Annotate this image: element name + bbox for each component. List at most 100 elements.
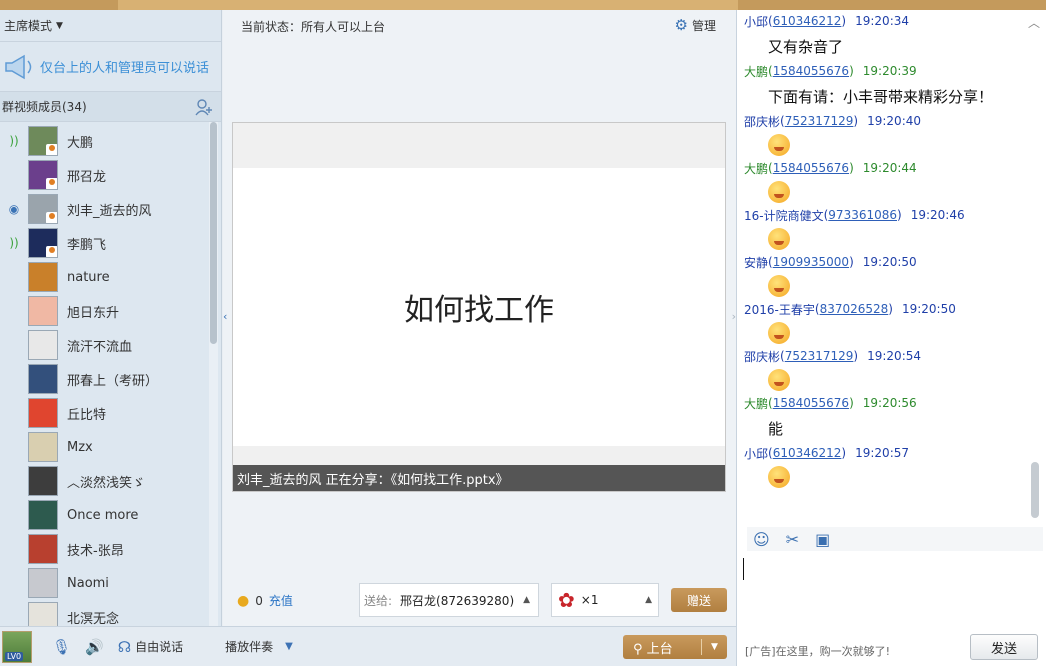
sender-id-link[interactable]: 1909935000 [773,255,849,269]
send-button[interactable]: 发送 [970,634,1038,660]
collapse-up-icon[interactable]: ︿ [1028,14,1040,31]
shared-screen: 如何找工作 刘丰_逝去的风 正在分享：《如何找工作.pptx》 [232,122,726,492]
sender-name[interactable]: 小邱 [744,445,768,462]
give-gift-button[interactable]: 赠送 [671,588,727,612]
sender-name[interactable]: 16-计院商健文 [744,207,824,224]
my-avatar[interactable]: LV0 [2,630,32,663]
add-member-icon[interactable] [195,98,213,116]
sender-name[interactable]: 小邱 [744,13,768,30]
ad-text[interactable]: [广告]在这里，购一次就够了! [745,643,890,659]
chevron-down-icon[interactable]: ▼ [285,641,293,652]
coin-count: 0 [255,593,263,608]
member-row[interactable]: 流汗不流血 [0,328,208,362]
chat-message: 16-计院商健文(973361086) 19:20:46 [737,204,1029,251]
collapse-left-icon[interactable]: ‹ [223,310,227,323]
avatar[interactable] [28,194,58,224]
sender-id-link[interactable]: 610346212 [773,14,842,28]
sender-id-link[interactable]: 610346212 [773,446,842,460]
member-row[interactable]: nature [0,260,208,294]
sender-id-link[interactable]: 1584055676 [773,161,849,175]
sender-name[interactable]: 邵庆彬 [744,348,780,365]
avatar[interactable] [28,398,58,428]
avatar[interactable] [28,568,58,598]
chat-scrollbar-thumb[interactable] [1031,462,1039,518]
sender-id-link[interactable]: 1584055676 [773,64,849,78]
avatar[interactable] [28,364,58,394]
free-talk-icon[interactable]: ☊ [118,638,131,656]
message-text: 下面有请：小丰哥带来精彩分享！ [768,87,994,106]
message-time: 19:20:56 [862,396,917,410]
sender-id-link[interactable]: 837026528 [820,302,889,316]
member-row[interactable]: 邢召龙 [0,158,208,192]
member-name: Mzx [67,439,93,455]
caret-up-icon: ▲ [645,595,652,605]
chat-input[interactable] [743,556,1041,630]
avatar[interactable] [28,500,58,530]
member-name: 技术-张昂 [67,543,124,559]
member-badge-icon [46,178,57,189]
member-row[interactable]: Mzx [0,430,208,464]
slide-title: 如何找工作 [404,293,554,328]
paren: ) [849,64,854,78]
message-time: 19:20:44 [862,161,917,175]
paren: ) [841,14,847,28]
manage-button[interactable]: ⚙ 管理 [675,16,716,34]
message-header: 2016-王春宇(837026528) 19:20:50 [744,298,1029,320]
sender-id-link[interactable]: 752317129 [785,349,854,363]
member-row[interactable]: )) 李鹏飞 [0,226,208,260]
avatar[interactable] [28,466,58,496]
member-row[interactable]: 邢春上（考研） [0,362,208,396]
image-icon[interactable]: ▣ [815,530,830,549]
sender-id-link[interactable]: 752317129 [785,114,854,128]
sender-name[interactable]: 大鹏 [744,160,768,177]
avatar[interactable] [28,126,58,156]
accompaniment-button[interactable]: 播放伴奏 [225,638,273,655]
sender-name[interactable]: 2016-王春宇 [744,301,815,318]
member-row[interactable]: ︿淡然浅笑ゞ [0,464,208,498]
message-header: 邵庆彬(752317129) 19:20:40 [744,110,1029,132]
emoji-icon[interactable]: ☺ [753,530,770,549]
member-badge-icon [46,144,57,155]
member-row[interactable]: )) 大鹏 [0,124,208,158]
member-name: 邢召龙 [67,169,107,185]
avatar[interactable] [28,534,58,564]
mode-selector[interactable]: 主席模式 ▼ [0,10,221,42]
member-row[interactable]: Once more [0,498,208,532]
sender-name[interactable]: 大鹏 [744,63,768,80]
laughing-face-icon [768,133,790,156]
member-row[interactable]: 技术-张昂 [0,532,208,566]
member-row[interactable]: 北溟无念 [0,600,208,626]
microphone-icon[interactable]: 🎙 [52,638,71,656]
chevron-down-icon[interactable]: ▼ [702,642,727,652]
scissors-icon[interactable]: ✂ [786,530,799,549]
gift-recipient-select[interactable]: 送给: 邢召龙(872639280) ▲ [359,583,539,617]
sender-id-link[interactable]: 973361086 [828,208,897,222]
go-on-stage-button[interactable]: ⚲ 上台 ▼ [623,635,727,659]
sender-name[interactable]: 安静 [744,254,768,271]
avatar[interactable] [28,602,58,626]
speaker-icon[interactable]: 🔊 [85,638,104,656]
free-talk-label[interactable]: 自由说话 [135,638,183,655]
member-name: 邢春上（考研） [67,373,159,389]
sender-id-link[interactable]: 1584055676 [773,396,849,410]
member-row[interactable]: 旭日东升 [0,294,208,328]
paren: ) [849,396,854,410]
avatar[interactable] [28,262,58,292]
avatar[interactable] [28,228,58,258]
avatar[interactable] [28,432,58,462]
active-tab-strip[interactable] [118,0,738,10]
member-row[interactable]: 丘比特 [0,396,208,430]
scrollbar-thumb[interactable] [210,122,217,344]
sender-name[interactable]: 邵庆彬 [744,113,780,130]
member-row[interactable]: Naomi [0,566,208,600]
sender-name[interactable]: 大鹏 [744,395,768,412]
avatar[interactable] [28,330,58,360]
member-row[interactable]: ◉ 刘丰_逝去的风 [0,192,208,226]
avatar[interactable] [28,160,58,190]
avatar[interactable] [28,296,58,326]
title-strip [0,0,1046,10]
message-emoji [744,273,1029,298]
gift-select[interactable]: ✿ ×1 ▲ [551,583,659,617]
recharge-link[interactable]: 充值 [269,592,293,609]
member-list-scrollbar[interactable] [209,122,218,626]
